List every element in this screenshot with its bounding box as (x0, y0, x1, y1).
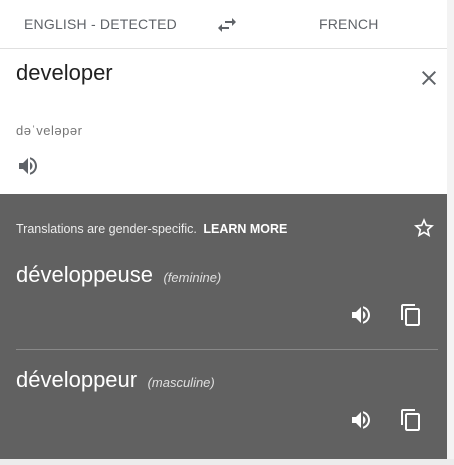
copy-icon[interactable] (399, 408, 423, 432)
translation-feminine: développeuse (feminine) (16, 262, 221, 288)
translation-word: développeuse (16, 262, 154, 287)
close-icon[interactable] (417, 66, 441, 90)
translate-card: ENGLISH - DETECTED FRENCH developer dəˈv… (0, 0, 447, 459)
target-language-selector[interactable]: FRENCH (319, 16, 379, 32)
gender-notice: Translations are gender-specific. LEARN … (16, 222, 287, 236)
speaker-icon[interactable] (349, 408, 373, 432)
learn-more-link[interactable]: LEARN MORE (203, 222, 287, 236)
star-icon[interactable] (412, 216, 436, 240)
gender-notice-text: Translations are gender-specific. (16, 222, 197, 236)
window-edge-right (447, 0, 454, 465)
swap-languages-icon[interactable] (215, 13, 239, 37)
source-text-input[interactable]: developer (16, 60, 113, 86)
source-language-selector[interactable]: ENGLISH - DETECTED (24, 16, 177, 32)
phonetic-transcription: dəˈveləpər (16, 123, 83, 138)
speaker-icon[interactable] (349, 303, 373, 327)
window-edge-bottom (0, 459, 454, 465)
translation-panel: Translations are gender-specific. LEARN … (0, 194, 447, 459)
copy-icon[interactable] (399, 303, 423, 327)
gender-label: (masculine) (147, 375, 215, 390)
divider (16, 349, 438, 350)
source-speaker-icon[interactable] (16, 154, 40, 178)
translation-word: développeur (16, 367, 138, 392)
gender-label: (feminine) (163, 270, 222, 285)
language-bar: ENGLISH - DETECTED FRENCH (0, 0, 447, 49)
translation-masculine: développeur (masculine) (16, 367, 215, 393)
